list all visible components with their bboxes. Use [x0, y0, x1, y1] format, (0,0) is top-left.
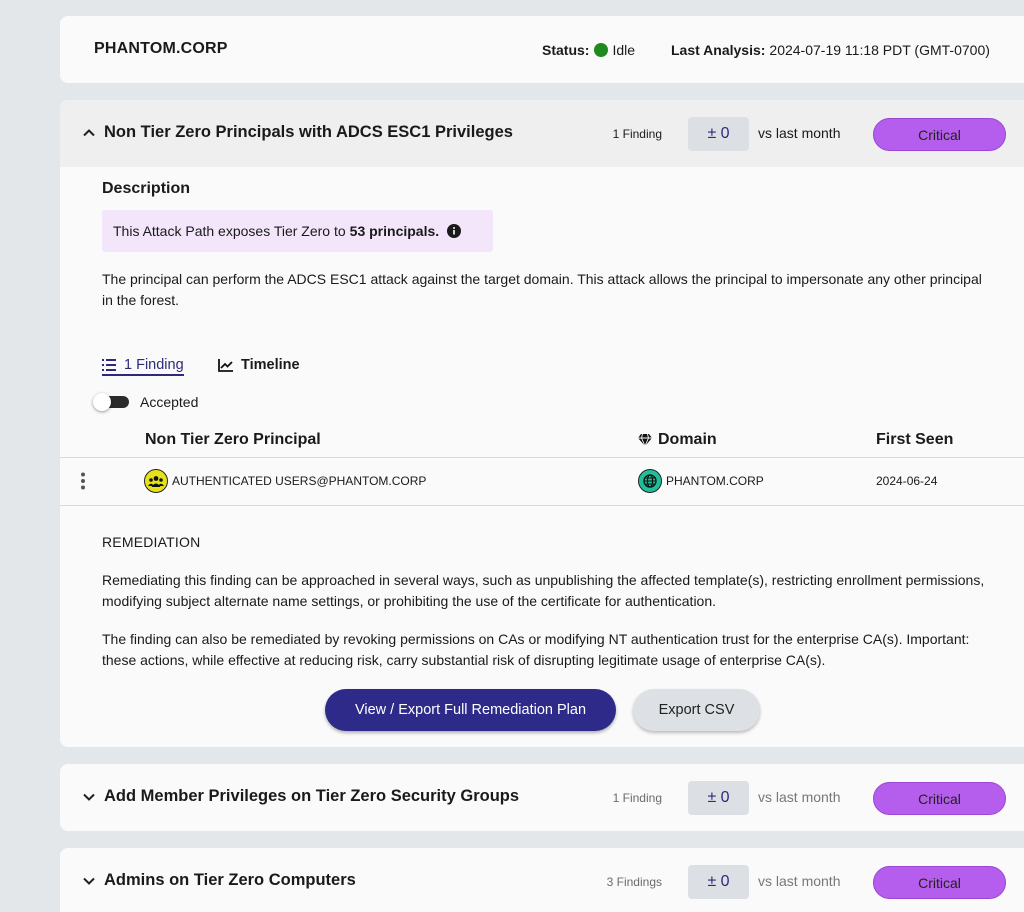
remediation-paragraph: The finding can also be remediated by re…	[102, 631, 970, 668]
finding-count: 1 Finding	[612, 127, 662, 141]
exposure-value: 53 principals.	[349, 223, 440, 239]
finding-title: Add Member Privileges on Tier Zero Secur…	[104, 787, 520, 805]
accepted-toggle[interactable]	[93, 393, 129, 411]
remediation-title: REMEDIATION	[102, 534, 201, 550]
finding-title: Admins on Tier Zero Computers	[104, 871, 356, 889]
status-value: Idle	[612, 42, 636, 58]
finding-count: 1 Finding	[612, 791, 662, 805]
group-icon	[144, 469, 168, 493]
tab-findings-label: 1 Finding	[124, 357, 184, 373]
divider	[60, 505, 1024, 506]
finding-card-add-member: Add Member Privileges on Tier Zero Secur…	[60, 764, 1024, 831]
exposure-text: This Attack Path exposes Tier Zero to	[113, 223, 346, 239]
principal-name: AUTHENTICATED USERS@PHANTOM.CORP	[172, 474, 427, 488]
domain-name: PHANTOM.CORP	[94, 40, 228, 57]
column-header-principal: Non Tier Zero Principal	[145, 431, 321, 448]
description-text: The principal can perform the ADCS ESC1 …	[102, 271, 982, 308]
status-indicator: Status: Idle	[542, 42, 635, 58]
accepted-label: Accepted	[140, 394, 199, 410]
finding-header[interactable]: Non Tier Zero Principals with ADCS ESC1 …	[60, 100, 1024, 167]
column-header-domain: Domain	[638, 431, 717, 449]
delta-badge: ± 0	[688, 865, 749, 899]
chart-line-icon	[218, 358, 233, 372]
chevron-down-icon[interactable]	[80, 872, 98, 890]
severity-badge: Critical	[873, 782, 1006, 815]
finding-card-admins: Admins on Tier Zero Computers 3 Findings…	[60, 848, 1024, 912]
description-title: Description	[102, 180, 191, 197]
chevron-up-icon[interactable]	[80, 124, 98, 142]
vs-label: vs last month	[758, 873, 841, 889]
kebab-menu-icon[interactable]	[80, 472, 86, 490]
last-analysis-value: 2024-07-19 11:18 PDT (GMT-0700)	[769, 42, 990, 58]
finding-header[interactable]: Admins on Tier Zero Computers 3 Findings…	[60, 848, 1024, 912]
status-label: Status:	[542, 42, 590, 58]
remediation-paragraph: Remediating this finding can be approach…	[102, 572, 985, 609]
last-analysis: Last Analysis: 2024-07-19 11:18 PDT (GMT-…	[671, 42, 990, 58]
tab-timeline[interactable]: Timeline	[218, 357, 300, 373]
severity-badge: Critical	[873, 118, 1006, 151]
vs-label: vs last month	[758, 789, 841, 805]
domain-cell[interactable]: PHANTOM.CORP	[638, 469, 764, 493]
finding-title: Non Tier Zero Principals with ADCS ESC1 …	[104, 123, 513, 141]
finding-count: 3 Findings	[606, 875, 662, 889]
column-header-first-seen: First Seen	[876, 431, 954, 448]
delta-badge: ± 0	[688, 117, 749, 151]
divider	[60, 457, 1024, 458]
column-header-domain-label: Domain	[658, 431, 717, 448]
view-remediation-plan-button[interactable]: View / Export Full Remediation Plan	[325, 689, 616, 731]
finding-header[interactable]: Add Member Privileges on Tier Zero Secur…	[60, 764, 1024, 831]
gem-icon	[638, 434, 652, 446]
last-analysis-label: Last Analysis:	[671, 42, 766, 58]
delta-badge: ± 0	[688, 781, 749, 815]
domain-header: PHANTOM.CORP Status: Idle Last Analysis:…	[60, 16, 1024, 83]
domain-name-cell: PHANTOM.CORP	[666, 474, 764, 488]
list-icon	[102, 359, 116, 371]
export-csv-button[interactable]: Export CSV	[633, 689, 760, 731]
first-seen-cell: 2024-06-24	[876, 474, 938, 488]
vs-label: vs last month	[758, 125, 841, 141]
severity-badge: Critical	[873, 866, 1006, 899]
info-icon[interactable]	[447, 224, 462, 238]
finding-card-esc1: Non Tier Zero Principals with ADCS ESC1 …	[60, 100, 1024, 747]
status-dot-icon	[594, 43, 609, 57]
tab-timeline-label: Timeline	[241, 357, 300, 373]
globe-icon	[638, 469, 662, 493]
principal-cell[interactable]: AUTHENTICATED USERS@PHANTOM.CORP	[144, 469, 426, 493]
tab-findings[interactable]: 1 Finding	[102, 357, 184, 376]
chevron-down-icon[interactable]	[80, 788, 98, 806]
exposure-banner: This Attack Path exposes Tier Zero to 53…	[102, 210, 493, 252]
